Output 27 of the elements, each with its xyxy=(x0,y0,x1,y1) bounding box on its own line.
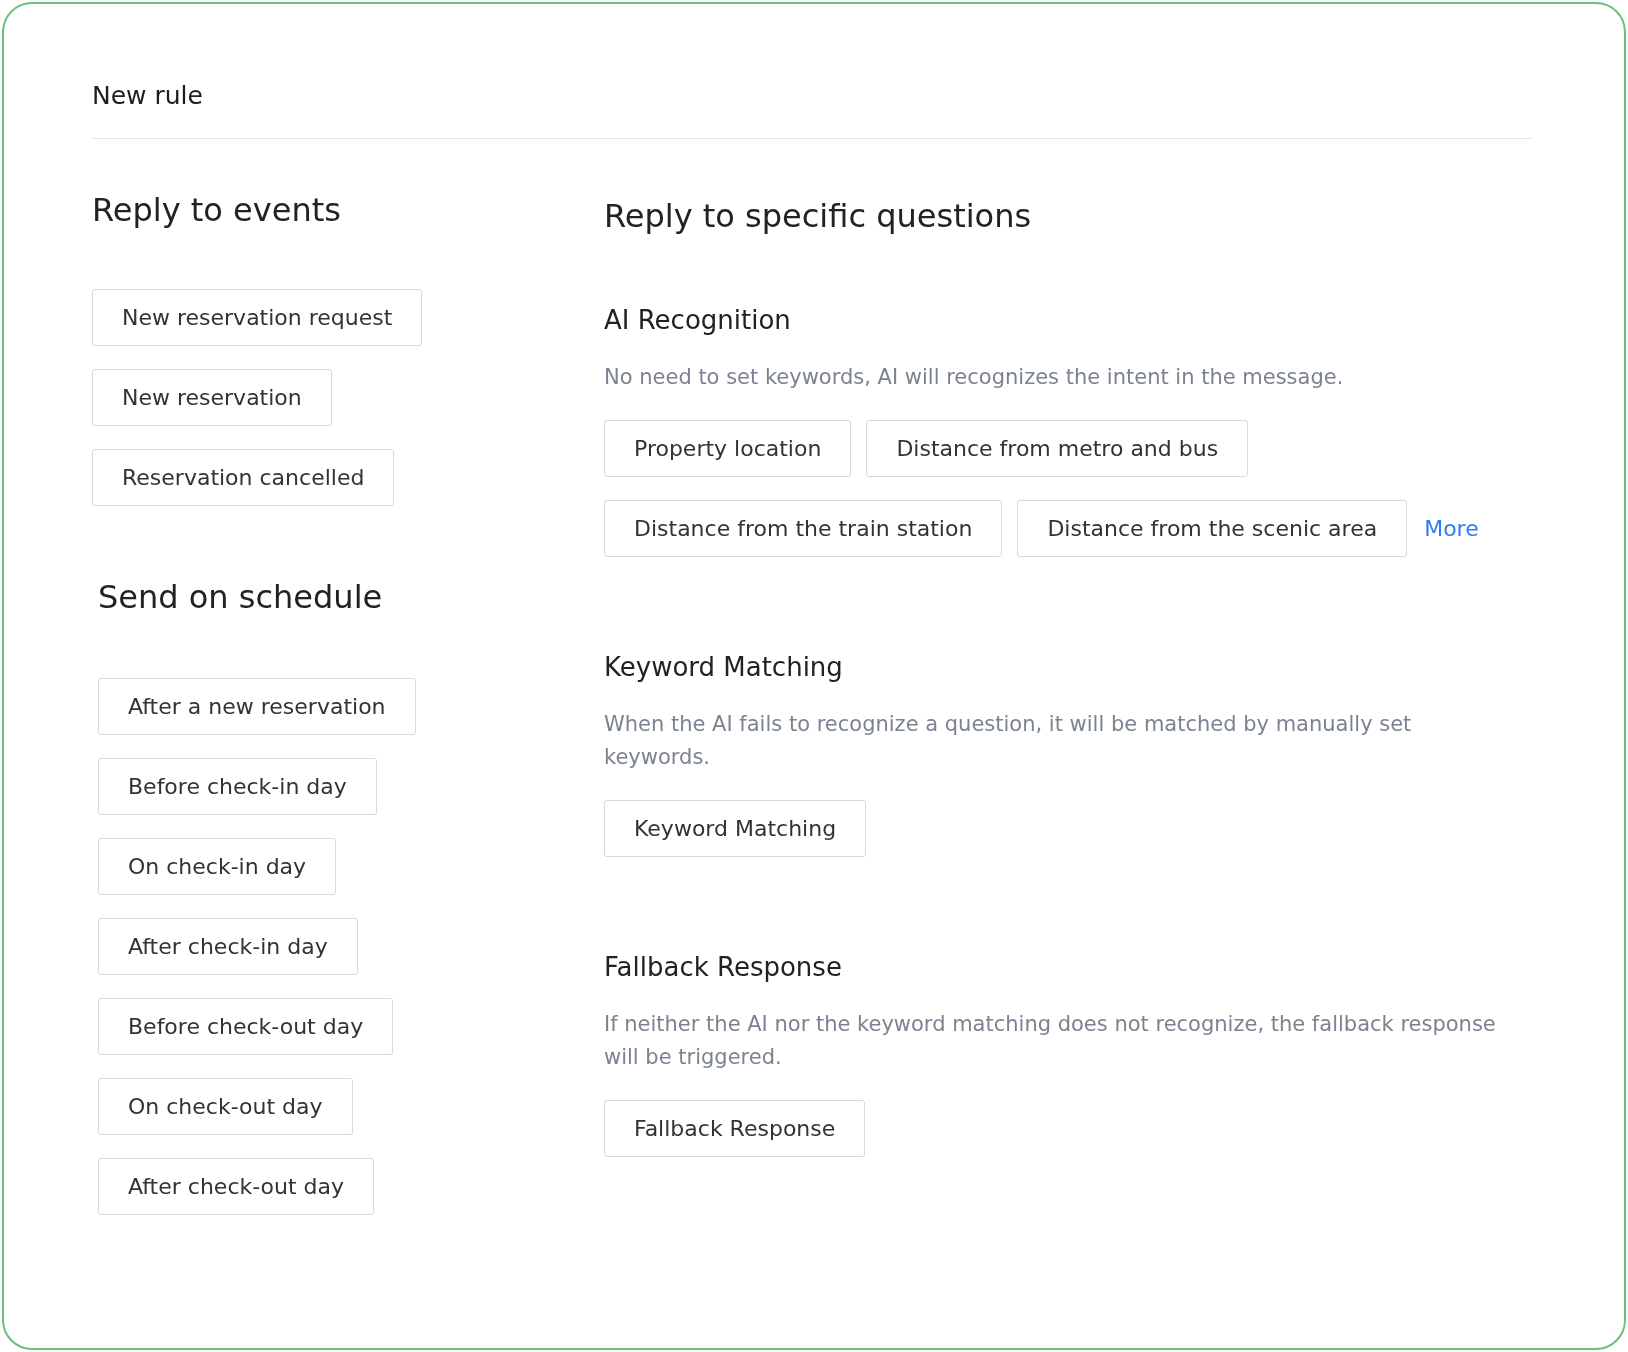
section-heading: Reply to specific questions xyxy=(604,197,1033,235)
subsection-description: When the AI fails to recognize a question, it will be matched by manually set keywords. xyxy=(604,711,1413,771)
schedule-option[interactable]: Before check-in day xyxy=(98,758,377,815)
question-option[interactable]: Fallback Response xyxy=(604,1100,866,1157)
question-option[interactable]: Property location xyxy=(604,420,852,477)
schedule-option[interactable]: After a new reservation xyxy=(98,678,416,735)
subsection-heading: Fallback Response xyxy=(604,952,843,982)
event-option[interactable]: Reservation cancelled xyxy=(92,449,395,506)
subsection-description: If neither the AI nor the keyword matching does not recognize, the fallback response will be triggered. xyxy=(604,1011,1497,1071)
question-option[interactable]: Distance from metro and bus xyxy=(866,420,1249,477)
subsection-heading: Keyword Matching xyxy=(604,652,844,682)
schedule-option[interactable]: On check-in day xyxy=(98,838,337,895)
event-option[interactable]: New reservation xyxy=(92,369,332,426)
dialog-title: New rule xyxy=(92,80,204,112)
question-option[interactable]: Distance from the scenic area xyxy=(1017,500,1408,557)
schedule-option[interactable]: After check-out day xyxy=(98,1158,375,1215)
schedule-option[interactable]: On check-out day xyxy=(98,1078,353,1135)
schedule-option[interactable]: Before check-out day xyxy=(98,998,394,1055)
section-heading: Reply to events xyxy=(92,191,342,229)
section-heading: Send on schedule xyxy=(98,578,384,616)
question-option[interactable]: Distance from the train station xyxy=(604,500,1003,557)
event-option[interactable]: New reservation request xyxy=(92,289,423,346)
schedule-option[interactable]: After check-in day xyxy=(98,918,358,975)
more-link[interactable]: More xyxy=(1424,516,1479,541)
question-option[interactable]: Keyword Matching xyxy=(604,800,867,857)
subsection-heading: AI Recognition xyxy=(604,305,792,335)
subsection-description: No need to set keywords, AI will recognizes the intent in the message. xyxy=(604,364,1345,391)
